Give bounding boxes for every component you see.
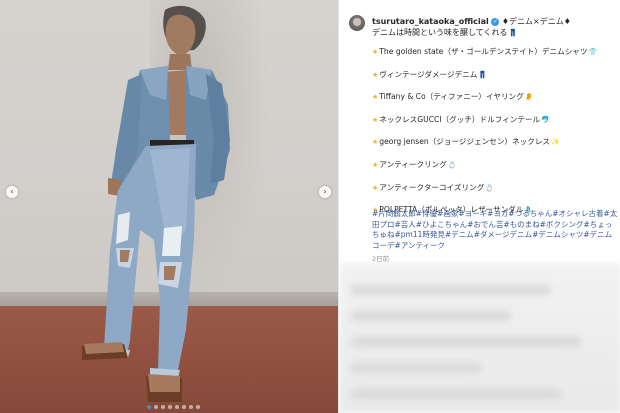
star-icon: ★ bbox=[372, 160, 379, 169]
caption-item: ★The golden state（ザ・ゴールデンステイト）デニムシャツ👕 bbox=[372, 47, 598, 56]
post-timestamp[interactable]: 2日前 bbox=[372, 253, 389, 263]
carousel-dot bbox=[161, 405, 165, 409]
shirt-emoji-icon: 👕 bbox=[588, 48, 598, 56]
hashtags[interactable]: #片岡鶴太郎#俳優#画家#ヨーギ#ヨガ#つるちゃん#オシャレ古着#太田プロ#芸人… bbox=[372, 209, 618, 251]
caption-item: ★ネックレスGUCCI（グッチ）ドルフィンテール🐬 bbox=[372, 114, 550, 124]
jeans-emoji-icon: 👖 bbox=[508, 29, 518, 37]
avatar[interactable] bbox=[349, 15, 365, 31]
ring-emoji-icon: 💍 bbox=[485, 183, 495, 192]
carousel-prev-button[interactable]: ‹ bbox=[6, 186, 18, 198]
verified-badge-icon: ✓ bbox=[491, 17, 500, 26]
carousel-dot bbox=[147, 405, 151, 409]
post-photo[interactable]: ‹ › bbox=[0, 0, 338, 413]
star-icon: ★ bbox=[372, 70, 379, 79]
carousel-dot bbox=[189, 405, 193, 409]
carousel-indicator bbox=[147, 405, 200, 409]
sparkles-emoji-icon: ✨ bbox=[551, 138, 560, 147]
ear-emoji-icon: 👂 bbox=[524, 93, 534, 102]
caption-header: tsurutaro_kataoka_official ✓ ♦デニム×デニム♦ デ… bbox=[372, 16, 617, 39]
caption-item: ★アンティークリング💍 bbox=[372, 159, 457, 169]
caption-subtitle: デニムは時間という味を醸してくれる bbox=[372, 28, 508, 37]
username-link[interactable]: tsurutaro_kataoka_official bbox=[372, 17, 489, 26]
star-icon: ★ bbox=[372, 138, 379, 147]
caption-item: ★ヴィンテージダメージデニム👖 bbox=[372, 69, 488, 79]
caption-panel: tsurutaro_kataoka_official ✓ ♦デニム×デニム♦ デ… bbox=[338, 0, 620, 413]
star-icon: ★ bbox=[372, 183, 379, 192]
carousel-dot bbox=[196, 405, 200, 409]
caption-item: ★アンティークターコイズリング💍 bbox=[372, 182, 495, 192]
star-icon: ★ bbox=[372, 93, 379, 102]
carousel-dot bbox=[182, 405, 186, 409]
jeans-emoji-icon: 👖 bbox=[478, 70, 488, 79]
star-icon: ★ bbox=[372, 48, 379, 56]
man-in-denim-figure bbox=[82, 5, 230, 402]
carousel-dot bbox=[175, 405, 179, 409]
carousel-dot bbox=[154, 405, 158, 409]
star-icon: ★ bbox=[372, 115, 379, 124]
carousel-next-button[interactable]: › bbox=[319, 186, 331, 198]
ring-emoji-icon: 💍 bbox=[447, 160, 457, 169]
caption-item: ★Tiffany & Co（ティファニー）イヤリング👂 bbox=[372, 92, 534, 102]
caption-item: ★georg jensen（ジョージジェンセン）ネックレス✨ bbox=[372, 137, 560, 147]
dolphin-emoji-icon: 🐬 bbox=[541, 115, 550, 124]
blurred-comments-area bbox=[339, 263, 620, 413]
carousel-dot bbox=[168, 405, 172, 409]
caption-title: ♦デニム×デニム♦ bbox=[501, 17, 571, 26]
caption-items: ★The golden state（ザ・ゴールデンステイト）デニムシャツ👕 ★ヴ… bbox=[372, 46, 617, 227]
